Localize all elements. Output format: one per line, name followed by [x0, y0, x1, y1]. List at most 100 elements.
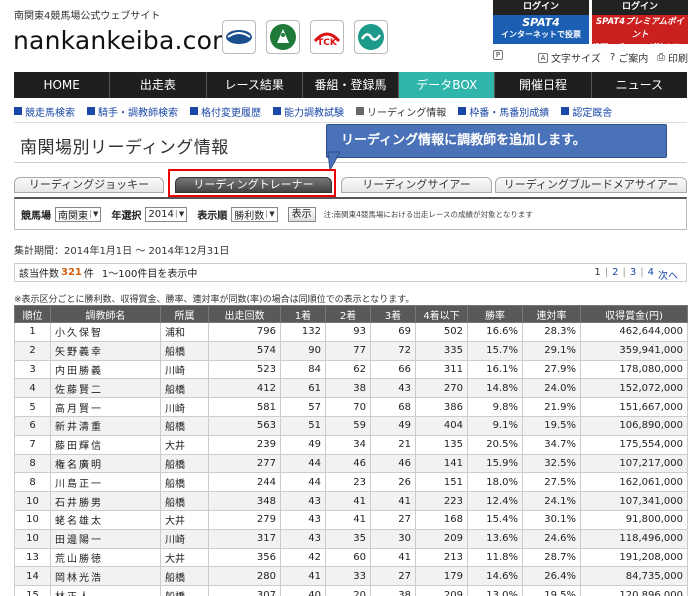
cell-place-rate: 29.1%	[522, 340, 581, 361]
cell-first: 61	[280, 378, 326, 399]
cell-trainer-name[interactable]: 権名廣明	[50, 453, 161, 474]
cell-trainer-name[interactable]: 高月賢一	[50, 397, 161, 417]
cell-trainer-name[interactable]: 藤田輝信	[50, 434, 161, 455]
funabashi-logo-icon[interactable]	[266, 20, 300, 54]
table-header-row: 順位 調教師名 所属 出走回数 1着 2着 3着 4着以下 勝率 連対率 収得賞金(円)	[14, 305, 688, 323]
subnav-jockey-trainer-search[interactable]: 騎手・調教師検索	[87, 104, 178, 119]
tck-logo-icon[interactable]: TCK	[310, 20, 344, 54]
cell-trainer-name[interactable]: 新井清重	[50, 415, 161, 436]
page-link-3[interactable]: 3	[630, 267, 636, 282]
font-size-control[interactable]: A 文字サイズ	[538, 50, 601, 65]
cell-trainer-name[interactable]: 佐藤賢二	[50, 378, 161, 399]
spat4-premium-banner[interactable]: ログイン SPAT4プレミアムポイント 投票でポイントが貯まる!!	[592, 0, 688, 52]
cell-prize-money: 162,061,000	[580, 472, 688, 493]
cell-trainer-name[interactable]: 矢野義幸	[50, 340, 161, 361]
count-prefix: 該当件数	[19, 269, 59, 280]
cell-first: 51	[280, 415, 326, 436]
cell-trainer-name[interactable]: 田邊陽一	[50, 528, 161, 549]
cell-first: 49	[280, 434, 326, 455]
nav-home[interactable]: HOME	[14, 72, 111, 98]
table-row: 4 佐藤賢二 船橋 412 61 38 43 270 14.8% 24.0% 152,072,000	[14, 378, 688, 399]
cell-trainer-name[interactable]: 石井勝男	[50, 491, 161, 511]
cell-prize-money: 178,080,000	[580, 359, 688, 380]
subnav-leading-info[interactable]: リーディング情報	[356, 104, 446, 119]
kawasaki-logo-icon[interactable]	[354, 20, 388, 54]
page-link-2[interactable]: 2	[612, 267, 618, 282]
cell-affiliation: 船橋	[160, 453, 209, 474]
cell-starts: 523	[208, 359, 281, 380]
table-row: 7 藤田輝信 大井 239 49 34 21 135 20.5% 34.7% 175,554,000	[14, 434, 688, 455]
cell-fourth-or-lower: 386	[415, 397, 468, 417]
cell-win-rate: 11.8%	[467, 547, 523, 568]
nav-race-results[interactable]: レース結果	[207, 72, 303, 98]
cell-rank: 8	[14, 453, 51, 474]
nav-program[interactable]: 番組・登録馬	[303, 72, 400, 98]
cell-trainer-name[interactable]: 小久保智	[50, 322, 161, 342]
cell-third: 27	[370, 566, 416, 587]
tab-leading-sire[interactable]: リーディングサイアー	[341, 177, 492, 193]
cell-trainer-name[interactable]: 内田勝義	[50, 359, 161, 380]
cell-starts: 348	[208, 491, 281, 511]
cell-trainer-name[interactable]: 川島正一	[50, 472, 161, 493]
tab-leading-broodmare-sire[interactable]: リーディングブルードメアサイアー	[495, 177, 687, 193]
column-header-affiliation: 所属	[160, 305, 209, 323]
show-button[interactable]: 表示	[287, 206, 316, 222]
nav-data-box[interactable]: データBOX	[399, 72, 496, 98]
column-header-trainer-name: 調教師名	[50, 305, 161, 323]
print-button[interactable]: ⎙ 印刷	[657, 50, 688, 65]
site-logo[interactable]: nankankeiba.com	[13, 26, 237, 55]
page-link-4[interactable]: 4	[648, 267, 654, 282]
cell-third: 21	[370, 434, 416, 455]
cell-win-rate: 20.5%	[467, 434, 523, 455]
subnav-grade-history[interactable]: 格付変更履歴	[190, 104, 261, 119]
cell-second: 41	[325, 509, 371, 530]
leading-tabs: リーディングジョッキー リーディングトレーナー リーディングサイアー リーディン…	[14, 177, 687, 193]
cell-prize-money: 175,554,000	[580, 434, 688, 455]
ranking-note: ※表示区分ごとに勝利数、収得賞金、勝率、連対率が同数(率)の場合は同順位での表示…	[14, 295, 415, 305]
nav-news[interactable]: ニュース	[592, 72, 687, 98]
print-label: 印刷	[668, 54, 688, 65]
table-row: 14 岡林光浩 船橋 280 41 33 27 179 14.6% 26.4% 84,735,000	[14, 566, 688, 587]
cell-fourth-or-lower: 502	[415, 322, 468, 342]
guide-link[interactable]: ? ご案内	[610, 50, 648, 65]
cell-fourth-or-lower: 209	[415, 528, 468, 549]
tab-leading-jockey[interactable]: リーディングジョッキー	[14, 177, 164, 193]
cell-rank: 10	[14, 528, 51, 549]
urawa-logo-icon[interactable]	[222, 20, 256, 54]
spat4-login-label[interactable]: ログイン	[493, 0, 589, 15]
order-select[interactable]: 勝利数 ▼	[231, 206, 278, 222]
cell-place-rate: 24.6%	[522, 528, 581, 549]
cell-win-rate: 9.8%	[467, 397, 523, 417]
cell-win-rate: 13.6%	[467, 528, 523, 549]
cell-second: 70	[325, 397, 371, 417]
subnav-certified-stable[interactable]: 認定厩舎	[561, 104, 612, 119]
trainer-ranking-table: 順位 調教師名 所属 出走回数 1着 2着 3着 4着以下 勝率 連対率 収得賞金(円) 1 小久保智…	[14, 305, 688, 596]
nav-race-card[interactable]: 出走表	[110, 72, 207, 98]
print-settings-button[interactable]: P	[493, 50, 503, 60]
pagination: 1 | 2 | 3 | 4 次へ	[594, 267, 678, 282]
cell-fourth-or-lower: 168	[415, 509, 468, 530]
bullet-icon	[356, 107, 364, 115]
cell-place-rate: 27.9%	[522, 359, 581, 380]
cell-trainer-name[interactable]: 林正人	[50, 585, 161, 596]
cell-second: 62	[325, 359, 371, 380]
subnav-ability-test[interactable]: 能力調教試験	[273, 104, 344, 119]
cell-affiliation: 船橋	[160, 378, 209, 399]
subnav-horse-search[interactable]: 競走馬検索	[14, 104, 75, 119]
cell-trainer-name[interactable]: 岡林光浩	[50, 566, 161, 587]
subnav-gate-stats[interactable]: 枠番・馬番別成績	[458, 104, 549, 119]
cell-affiliation: 船橋	[160, 340, 209, 361]
cell-trainer-name[interactable]: 荒山勝徳	[50, 547, 161, 568]
nav-schedule[interactable]: 開催日程	[495, 72, 592, 98]
next-page-link[interactable]: 次へ	[658, 267, 678, 282]
cell-affiliation: 船橋	[160, 566, 209, 587]
spat4-premium-login-label[interactable]: ログイン	[592, 0, 688, 15]
year-select[interactable]: 2014 ▼	[145, 206, 188, 222]
cell-second: 33	[325, 566, 371, 587]
cell-trainer-name[interactable]: 蛯名雄太	[50, 509, 161, 530]
bullet-icon	[561, 107, 570, 115]
track-select[interactable]: 南関東 ▼	[55, 206, 102, 222]
cell-third: 72	[370, 340, 416, 361]
cell-fourth-or-lower: 404	[415, 415, 468, 436]
spat4-internet-banner[interactable]: ログイン SPAT4 インターネットで投票	[493, 0, 589, 44]
